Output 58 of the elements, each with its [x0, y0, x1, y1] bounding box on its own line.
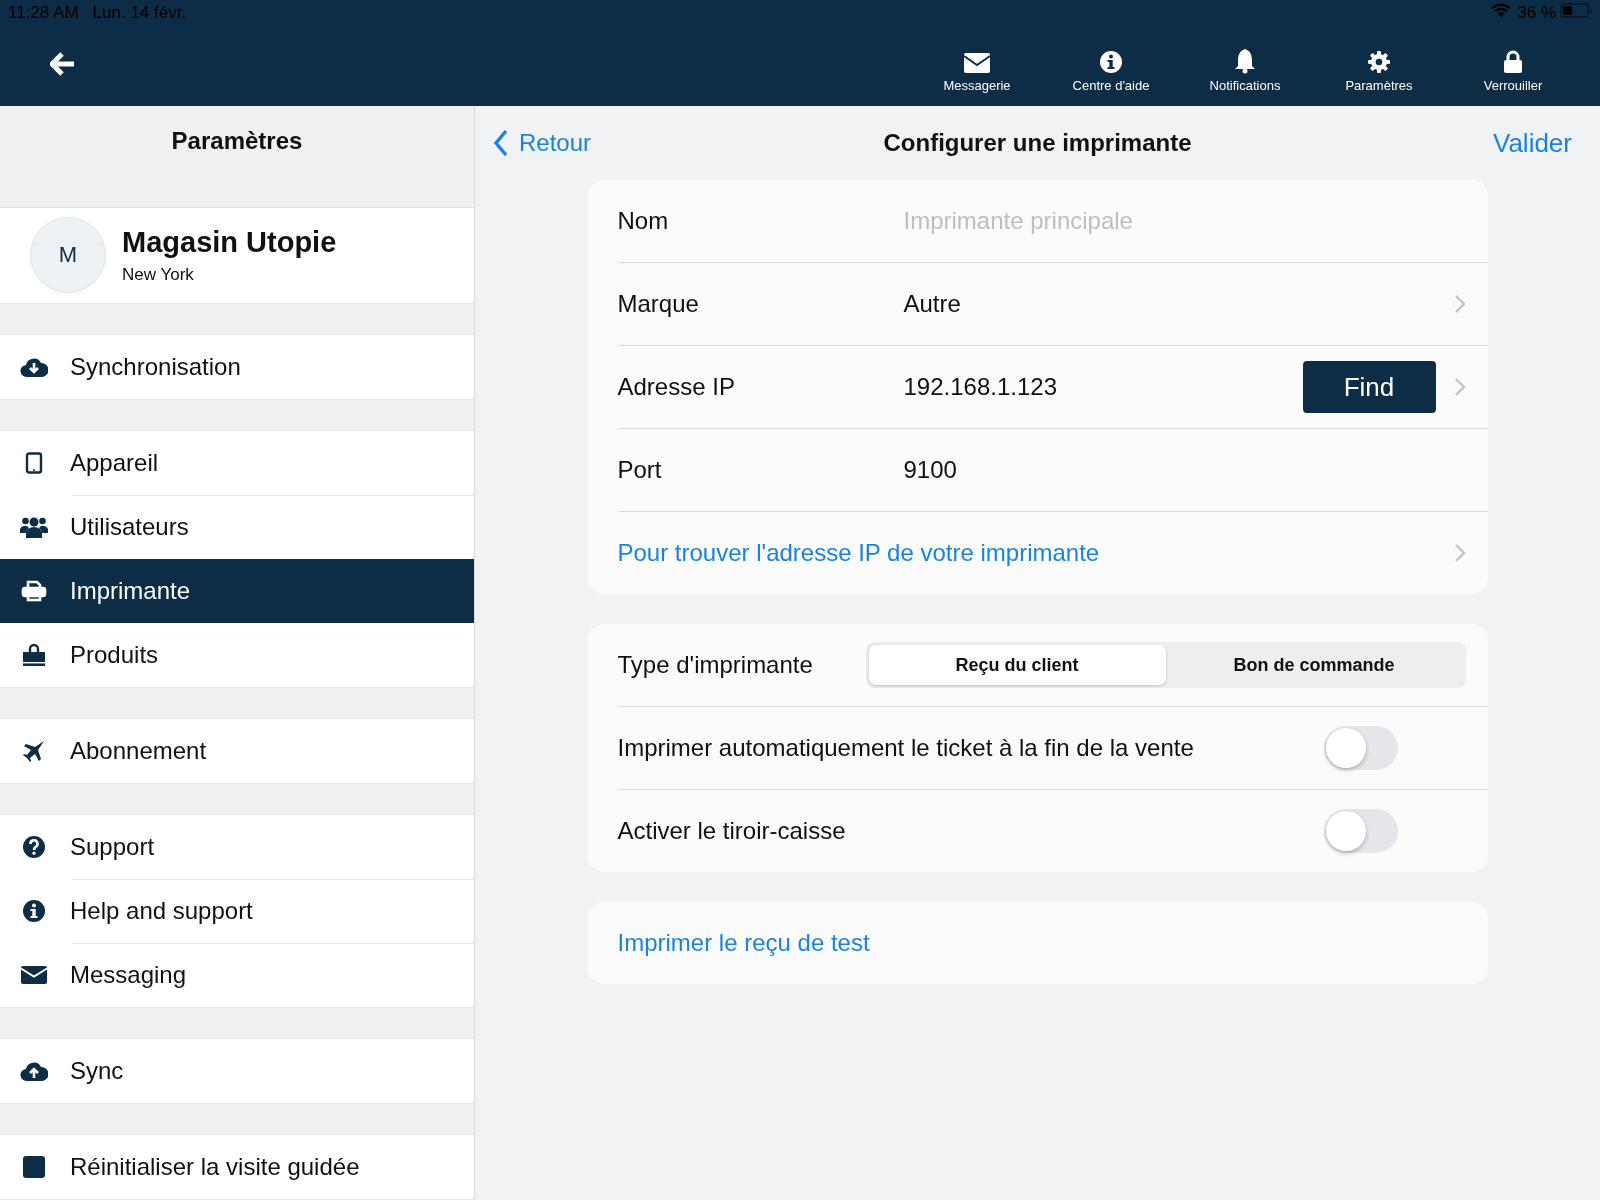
cloud-download-icon [20, 356, 48, 378]
envelope-icon [963, 51, 991, 74]
cloud-upload-icon [20, 1060, 48, 1082]
toolbar-button[interactable]: Messagerie [910, 39, 1044, 93]
toggle-label: Imprimer automatiquement le ticket à la fin de la vente [617, 734, 1195, 762]
square-icon [22, 1155, 46, 1179]
tablet-icon [25, 452, 43, 474]
name-input[interactable]: Imprimante principale [903, 207, 1466, 235]
chevron-icon [1453, 543, 1466, 563]
segment-option[interactable]: Reçu du client [868, 645, 1166, 685]
field-label: Nom [617, 207, 670, 235]
users-icon [20, 515, 48, 539]
page-title: Configurer une imprimante [883, 129, 1192, 157]
chevron-icon [1453, 377, 1466, 397]
toolbar-button[interactable]: Centre d'aide [1044, 39, 1178, 93]
store-card[interactable]: M Magasin Utopie New York [0, 206, 474, 304]
lock-icon [1503, 49, 1523, 74]
toggle-label: Activer le tiroir-caisse [617, 817, 847, 845]
field-value: Autre [903, 290, 962, 318]
info-icon [1099, 49, 1123, 74]
shopping-bag-icon [21, 643, 47, 667]
toggle-switch[interactable] [1323, 726, 1398, 770]
info-icon [22, 899, 46, 923]
toolbar-button[interactable]: Verrouiller [1446, 39, 1580, 93]
chevron-icon [1453, 294, 1466, 314]
store-name: Magasin Utopie [122, 225, 337, 259]
sidebar-item[interactable]: Imprimante [0, 559, 474, 623]
question-icon [22, 835, 46, 859]
battery-percent: 36 % [1517, 3, 1556, 23]
wifi-icon [1491, 3, 1512, 18]
field-label: Marque [617, 290, 700, 318]
help-link[interactable]: Pour trouver l'adresse IP de votre imprimante [617, 539, 1454, 567]
confirm-button[interactable]: Valider [1493, 127, 1572, 159]
back-arrow-icon[interactable] [50, 52, 76, 76]
toolbar-button[interactable]: Paramètres [1312, 39, 1446, 93]
airplane-icon [22, 739, 46, 763]
field-label: Port [617, 456, 663, 484]
bell-icon [1233, 47, 1257, 74]
chevron-left-icon [493, 129, 509, 157]
find-button[interactable]: Find [1302, 361, 1436, 413]
sidebar-title: Paramètres [171, 127, 303, 156]
battery-icon [1560, 3, 1592, 18]
printer-icon [21, 580, 47, 602]
toolbar-button[interactable]: Notifications [1178, 39, 1312, 93]
test-print-link[interactable]: Imprimer le reçu de test [617, 929, 1466, 957]
envelope-icon [20, 965, 48, 985]
settings-icon [1367, 49, 1391, 74]
field-value: 192.168.1.123 [903, 373, 1058, 401]
back-button[interactable]: Retour [493, 129, 592, 157]
segment-option[interactable]: Bon de commande [1165, 645, 1463, 685]
avatar-initial: M [30, 217, 106, 294]
field-label: Type d'imprimante [617, 651, 813, 679]
status-date: Lun. 14 févr. [92, 3, 187, 23]
field-label: Adresse IP [617, 373, 736, 401]
field-value: 9100 [903, 456, 958, 484]
toggle-switch[interactable] [1323, 809, 1398, 853]
status-time: 11:28 AM [8, 3, 79, 23]
store-city: New York [122, 264, 195, 285]
